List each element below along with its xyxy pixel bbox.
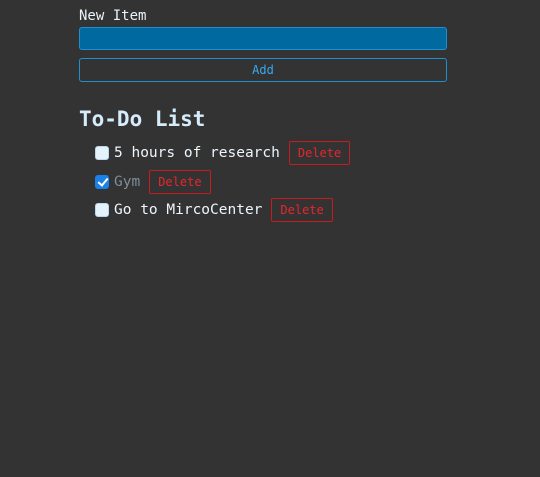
- todo-checkbox[interactable]: [95, 174, 109, 189]
- new-item-input[interactable]: [79, 27, 447, 50]
- todo-list: 5 hours of research Delete Gym Delete Go…: [79, 139, 447, 225]
- todo-item-label: Gym: [114, 173, 141, 190]
- new-item-label: New Item: [79, 8, 147, 24]
- add-button[interactable]: Add: [79, 58, 447, 82]
- todo-item: 5 hours of research Delete: [95, 139, 447, 168]
- todo-app: New Item Add To-Do List 5 hours of resea…: [79, 7, 447, 225]
- new-item-form: New Item Add: [79, 7, 447, 82]
- todo-item-label: 5 hours of research: [114, 145, 280, 162]
- list-title: To-Do List: [79, 107, 206, 131]
- delete-button[interactable]: Delete: [271, 198, 333, 223]
- delete-button[interactable]: Delete: [149, 169, 211, 194]
- todo-checkbox[interactable]: [95, 203, 109, 218]
- todo-item: Gym Delete: [95, 168, 447, 197]
- todo-checkbox[interactable]: [95, 146, 109, 161]
- delete-button[interactable]: Delete: [288, 141, 351, 166]
- todo-item-label: Go to MircoCenter: [114, 202, 263, 219]
- todo-item: Go to MircoCenter Delete: [95, 196, 447, 225]
